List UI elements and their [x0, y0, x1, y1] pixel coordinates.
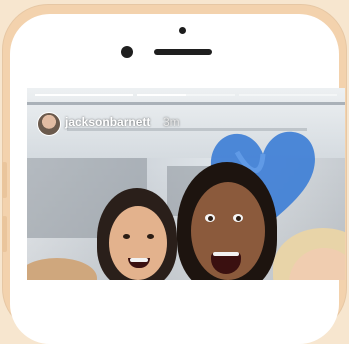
person-left-face — [109, 206, 167, 280]
volume-down-button — [2, 216, 7, 252]
person-center-pupil — [208, 216, 213, 221]
front-camera — [121, 46, 133, 58]
story-progress-segment — [239, 94, 337, 96]
story-username[interactable]: jacksonbarnett — [65, 115, 150, 129]
person-center-pupil — [236, 216, 241, 221]
volume-up-button — [2, 162, 7, 198]
person-center-teeth — [213, 252, 239, 256]
ceiling-beam — [27, 102, 345, 105]
profile-avatar[interactable] — [37, 112, 61, 136]
story-timestamp: 3m — [163, 115, 180, 129]
story-progress-segment — [35, 94, 133, 96]
person-left-teeth — [130, 258, 148, 262]
earpiece-speaker — [154, 49, 212, 55]
story-screen[interactable]: jacksonbarnett 3m — [27, 88, 345, 280]
story-progress-fill — [137, 94, 186, 96]
person-left-eye — [147, 234, 154, 239]
proximity-sensor — [179, 27, 186, 34]
person-left-eye — [123, 234, 130, 239]
story-progress-fill — [35, 94, 133, 96]
story-progress-segment — [137, 94, 235, 96]
